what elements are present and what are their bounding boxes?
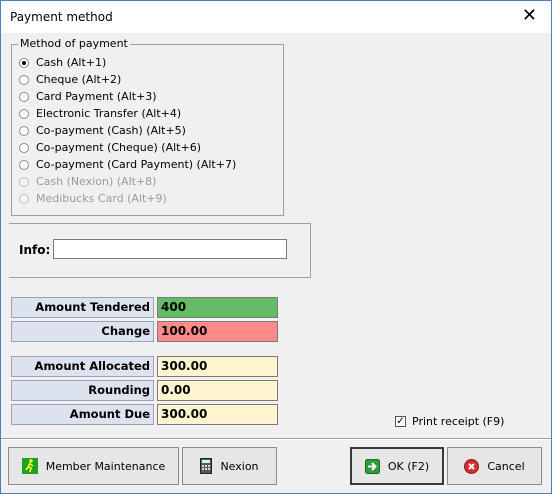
divider [1,438,551,440]
radio-electronic-transfer[interactable]: Electronic Transfer (Alt+4) [19,105,181,122]
radio-button[interactable] [19,91,29,102]
radio-label: Cash (Alt+1) [36,56,107,69]
title-bar: Payment method ✕ [1,1,551,33]
rounding-value: 0.00 [157,380,278,401]
change-value: 100.00 [157,321,278,342]
info-panel: Info: [9,223,311,278]
amount-tendered-input[interactable]: 400 [157,297,278,318]
radio-button [19,193,29,204]
radio-label: Cash (Nexion) (Alt+8) [36,175,157,188]
window-title: Payment method [10,10,113,24]
radio-cash[interactable]: Cash (Alt+1) [19,54,106,71]
method-of-payment-group: Method of payment Cash (Alt+1) Cheque (A… [11,37,284,216]
cancel-button[interactable]: Cancel [447,447,542,485]
radio-co-payment-cash[interactable]: Co-payment (Cash) (Alt+5) [19,122,186,139]
radio-button[interactable] [19,57,29,68]
radio-label: Electronic Transfer (Alt+4) [36,107,182,120]
info-label: Info: [19,243,51,257]
amount-due-label: Amount Due [11,404,154,425]
amount-tendered-label: Amount Tendered [11,297,154,318]
running-man-icon [21,458,38,474]
radio-label: Co-payment (Card Payment) (Alt+7) [36,158,237,171]
radio-button [19,176,29,187]
print-receipt-checkbox[interactable]: ✓ Print receipt (F9) [395,415,504,428]
method-group-legend: Method of payment [18,37,130,50]
radio-button[interactable] [19,125,29,136]
member-maintenance-button[interactable]: Member Maintenance [8,447,179,485]
radio-co-payment-card[interactable]: Co-payment (Card Payment) (Alt+7) [19,156,236,173]
info-input[interactable] [53,239,287,259]
radio-label: Co-payment (Cash) (Alt+5) [36,124,186,137]
ok-button[interactable]: OK (F2) [350,447,444,485]
member-maintenance-label: Member Maintenance [45,459,166,473]
radio-button[interactable] [19,142,29,153]
cancel-label: Cancel [487,459,525,473]
calculator-icon [200,458,213,474]
radio-button[interactable] [19,74,29,85]
amount-due-value: 300.00 [157,404,278,425]
cancel-icon [464,458,480,474]
radio-button[interactable] [19,108,29,119]
change-label: Change [11,321,154,342]
rounding-label: Rounding [11,380,154,401]
nexion-button[interactable]: Nexion [182,447,277,485]
radio-label: Card Payment (Alt+3) [36,90,157,103]
radio-co-payment-cheque[interactable]: Co-payment (Cheque) (Alt+6) [19,139,201,156]
ok-label: OK (F2) [387,459,430,473]
close-icon[interactable]: ✕ [522,7,537,25]
amount-allocated-label: Amount Allocated [11,356,154,377]
nexion-label: Nexion [220,459,259,473]
radio-button[interactable] [19,159,29,170]
radio-label: Co-payment (Cheque) (Alt+6) [36,141,201,154]
check-icon[interactable]: ✓ [395,416,406,427]
payment-method-window: Payment method ✕ Method of payment Cash … [0,0,552,494]
radio-cheque[interactable]: Cheque (Alt+2) [19,71,121,88]
arrow-right-icon [364,458,380,474]
radio-cash-nexion: Cash (Nexion) (Alt+8) [19,173,156,190]
amount-allocated-value: 300.00 [157,356,278,377]
radio-label: Cheque (Alt+2) [36,73,122,86]
print-receipt-label: Print receipt (F9) [412,415,505,428]
radio-medibucks-card: Medibucks Card (Alt+9) [19,190,167,207]
radio-label: Medibucks Card (Alt+9) [36,192,167,205]
radio-card-payment[interactable]: Card Payment (Alt+3) [19,88,157,105]
